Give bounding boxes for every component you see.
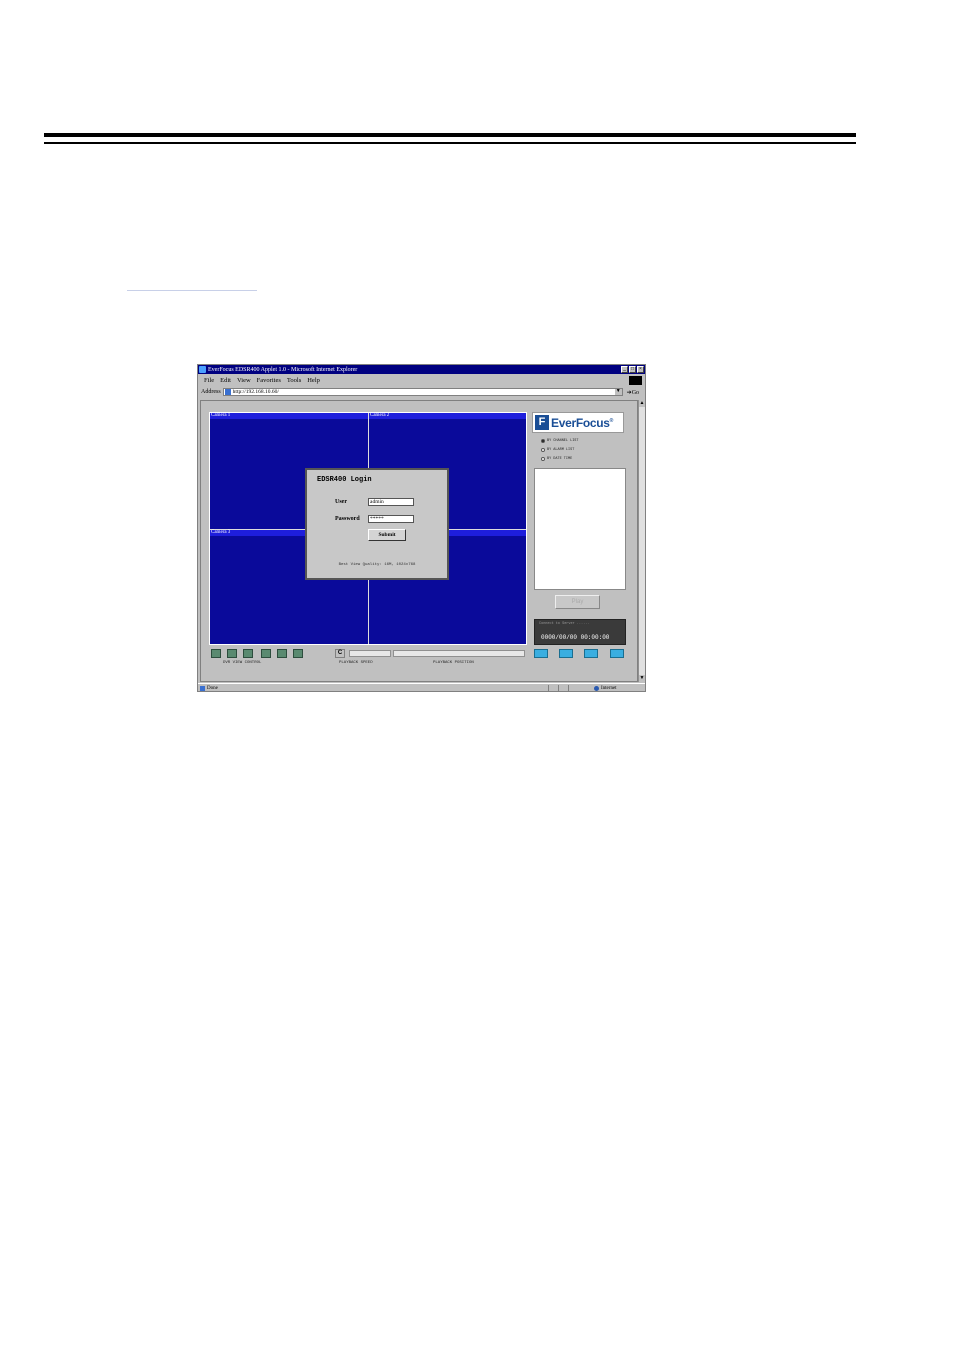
radio-date-time[interactable]: BY DATE TIME	[541, 457, 572, 461]
login-dialog: EDSR400 Login User admin Password ***** …	[305, 468, 449, 580]
menu-tools[interactable]: Tools	[287, 377, 301, 384]
logo-mark: F	[535, 415, 549, 430]
vertical-scrollbar[interactable]: ▲ ▼	[638, 400, 645, 682]
connect-message: Connect to Server ......	[539, 622, 590, 626]
play-icon[interactable]	[243, 649, 253, 658]
header-rule-thin	[44, 142, 856, 144]
camera-2-label[interactable]: Camera 2	[369, 413, 526, 419]
faint-underline	[127, 290, 257, 291]
internet-zone-icon	[594, 686, 599, 691]
status-panel: Connect to Server ...... 0000/00/00 00:0…	[534, 619, 626, 645]
logo-text: EverFocus	[551, 415, 610, 430]
status-zone: Internet	[594, 686, 617, 691]
ie-icon	[199, 366, 206, 373]
scroll-up-icon[interactable]: ▲	[639, 400, 645, 407]
menu-view[interactable]: View	[237, 377, 251, 384]
radio-label: BY CHANNEL LIST	[547, 439, 579, 443]
address-bar: Address http://192.168.10.60/ ▼ ➔Go	[198, 387, 645, 397]
address-label: Address	[201, 389, 221, 395]
step-back-icon[interactable]	[261, 649, 271, 658]
radio-label: BY ALARM LIST	[547, 448, 575, 452]
radio-label: BY DATE TIME	[547, 457, 573, 461]
playback-speed-slider[interactable]	[349, 650, 391, 657]
everfocus-logo: F EverFocus®	[532, 412, 624, 433]
submit-button[interactable]: Submit	[368, 529, 406, 541]
dvr-view-control-label: DVR VIEW CONTROL	[223, 661, 262, 665]
go-button[interactable]: ➔Go	[627, 389, 639, 396]
stop-icon[interactable]	[227, 649, 237, 658]
scroll-down-icon[interactable]: ▼	[639, 675, 645, 682]
radio-dot[interactable]	[541, 457, 545, 461]
camera-grid: Camera 1 Camera 2 Camera 3 Camera 4 EDSR…	[209, 412, 527, 645]
c-button[interactable]: C	[335, 649, 345, 658]
full-view-icon[interactable]	[610, 649, 624, 658]
camera-1-label[interactable]: Camera 1	[210, 413, 368, 419]
datetime-readout: 0000/00/00 00:00:00	[541, 634, 610, 641]
logo-reg: ®	[609, 417, 614, 424]
play-button[interactable]: Play	[555, 595, 600, 609]
record-list[interactable]	[534, 468, 626, 590]
address-input[interactable]: http://192.168.10.60/ ▼	[222, 388, 623, 396]
menu-edit[interactable]: Edit	[220, 377, 231, 384]
menu-favorites[interactable]: Favorites	[257, 377, 281, 384]
rewind-icon[interactable]	[211, 649, 221, 658]
playback-position-label: PLAYBACK POSITION	[433, 661, 474, 665]
user-input[interactable]: admin	[368, 498, 414, 506]
radio-alarm-list[interactable]: BY ALARM LIST	[541, 448, 574, 452]
login-title: EDSR400 Login	[317, 476, 372, 484]
quad-view-icon[interactable]	[559, 649, 573, 658]
status-pane-divider	[568, 685, 569, 691]
page-icon	[224, 389, 231, 395]
playback-speed-label: PLAYBACK SPEED	[339, 661, 373, 665]
browser-window: EverFocus EDSR400 Applet 1.0 - Microsoft…	[197, 364, 646, 692]
radio-dot[interactable]	[541, 439, 545, 443]
fast-forward-icon[interactable]	[293, 649, 303, 658]
single-view-icon[interactable]	[534, 649, 548, 658]
radio-dot[interactable]	[541, 448, 545, 452]
header-rule-thick	[44, 133, 856, 137]
windows-logo-icon	[629, 376, 642, 385]
quality-note: Best View Quality: 16M, 1024x768	[338, 563, 416, 567]
page-done-icon	[200, 686, 205, 691]
address-url: http://192.168.10.60/	[232, 389, 279, 395]
status-done: Done	[200, 686, 218, 691]
chevron-down-icon[interactable]: ▼	[614, 389, 622, 395]
minimize-button[interactable]: _	[621, 366, 628, 373]
maximize-button[interactable]: □	[629, 366, 636, 373]
window-title: EverFocus EDSR400 Applet 1.0 - Microsoft…	[208, 366, 358, 373]
close-button[interactable]: ×	[637, 366, 644, 373]
pause-icon[interactable]	[277, 649, 287, 658]
menu-help[interactable]: Help	[307, 377, 320, 384]
menu-file[interactable]: File	[204, 377, 214, 384]
applet-content: Camera 1 Camera 2 Camera 3 Camera 4 EDSR…	[200, 400, 638, 682]
radio-channel-list[interactable]: BY CHANNEL LIST	[541, 439, 579, 443]
menu-bar: File Edit View Favorites Tools Help	[198, 375, 645, 386]
password-input[interactable]: *****	[368, 515, 414, 523]
status-bar: Done Internet	[198, 683, 645, 691]
control-bar: C	[209, 649, 527, 659]
status-pane-divider	[548, 685, 549, 691]
user-label: User	[335, 499, 347, 505]
title-bar: EverFocus EDSR400 Applet 1.0 - Microsoft…	[198, 365, 645, 374]
playback-position-slider[interactable]	[393, 650, 525, 657]
status-pane-divider	[558, 685, 559, 691]
password-label: Password	[335, 516, 360, 522]
multi-view-icon[interactable]	[584, 649, 598, 658]
